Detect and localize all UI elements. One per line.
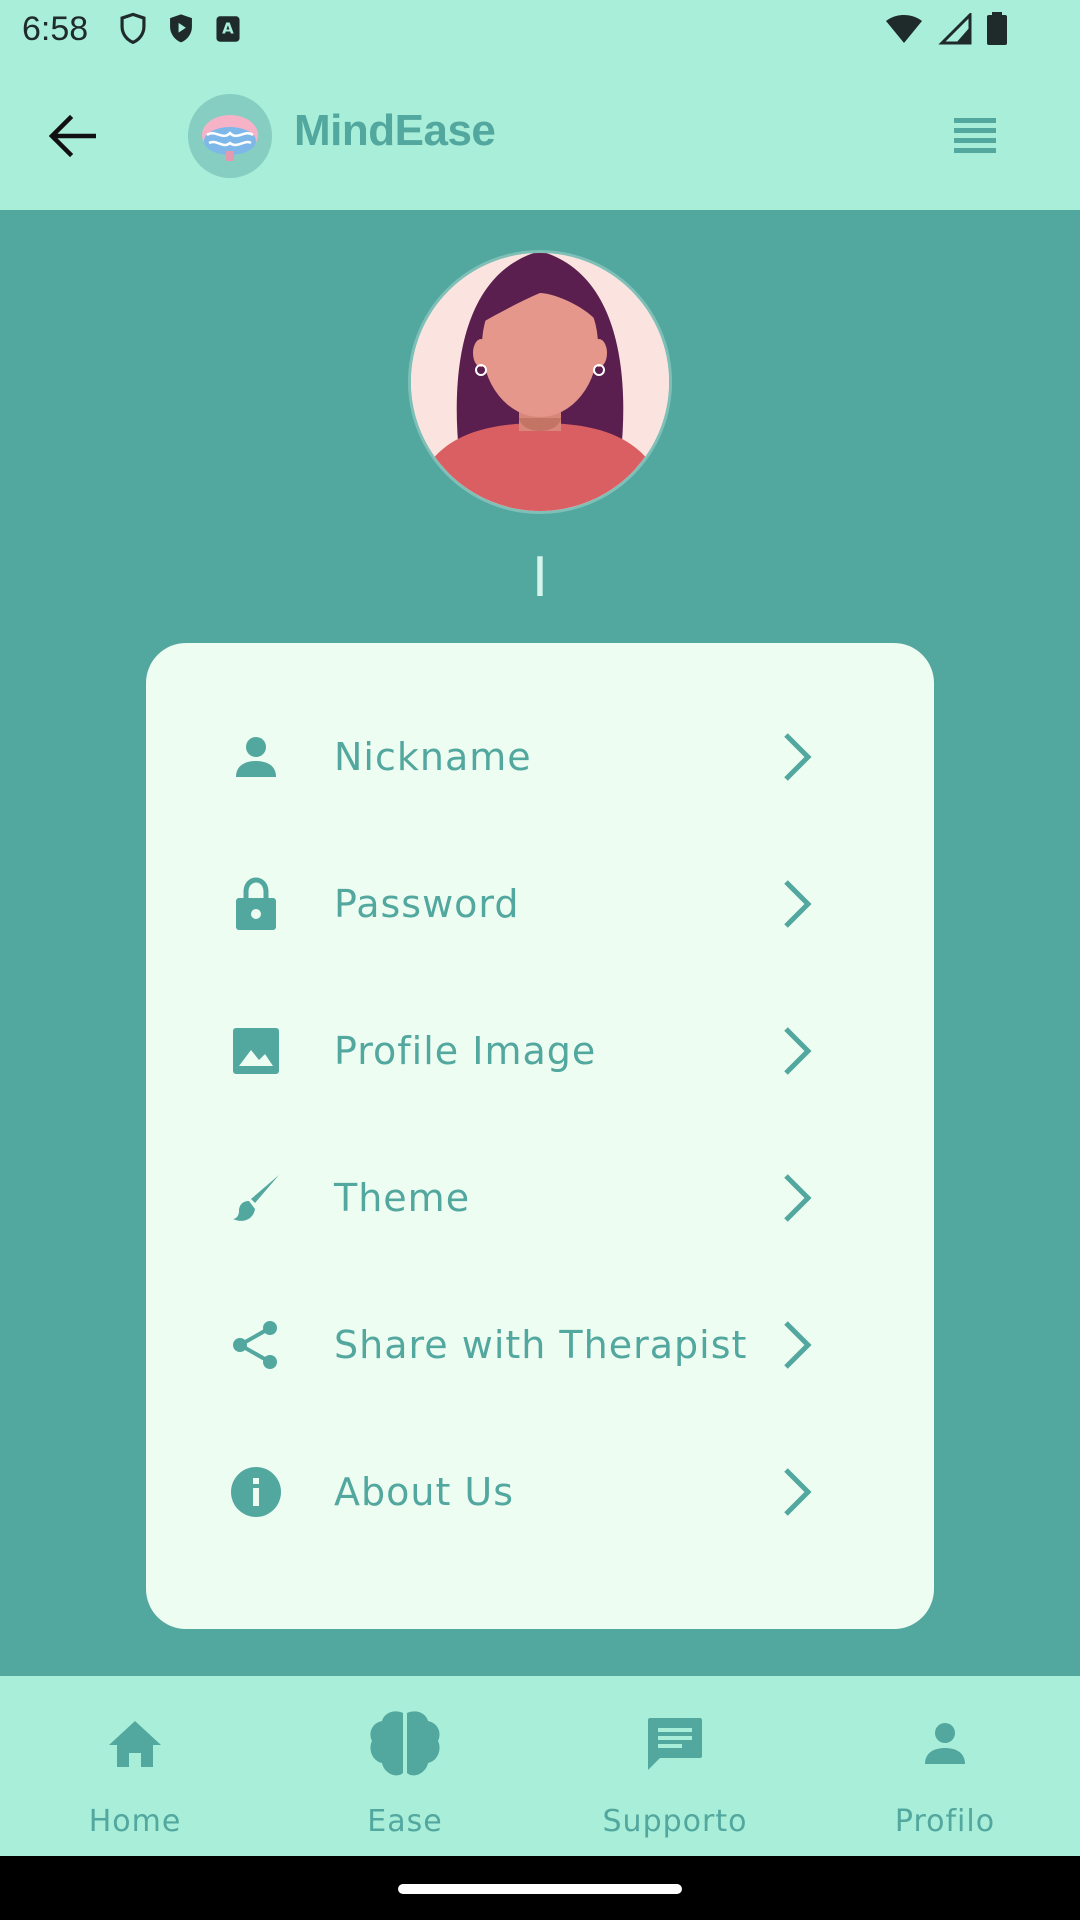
brush-icon xyxy=(230,1172,282,1224)
menu-item-share-with-therapist[interactable]: Share with Therapist xyxy=(146,1271,934,1418)
profile-avatar[interactable] xyxy=(408,250,672,514)
wifi-icon xyxy=(886,15,922,43)
brain-icon xyxy=(365,1708,445,1780)
menu-item-label: About Us xyxy=(334,1469,515,1514)
shield-outline-icon xyxy=(120,12,146,45)
menu-item-nickname[interactable]: Nickname xyxy=(146,683,934,830)
home-icon xyxy=(95,1708,175,1780)
chevron-right-icon xyxy=(778,876,818,932)
system-gesture-bar xyxy=(0,1856,1080,1920)
menu-item-label: Password xyxy=(334,881,520,926)
person-icon xyxy=(230,731,282,783)
status-icons-right xyxy=(884,12,1008,46)
info-icon xyxy=(230,1466,282,1518)
app-header: MindEase xyxy=(0,64,1080,210)
nav-item-home[interactable]: Home xyxy=(0,1676,270,1856)
nav-label: Ease xyxy=(367,1804,443,1839)
menu-item-label: Profile Image xyxy=(334,1028,597,1073)
nav-item-profilo[interactable]: Profilo xyxy=(810,1676,1080,1856)
shield-play-icon xyxy=(170,14,192,43)
chat-icon xyxy=(635,1708,715,1780)
menu-item-password[interactable]: Password xyxy=(146,830,934,977)
chevron-right-icon xyxy=(778,1023,818,1079)
app-logo xyxy=(188,94,272,178)
status-time: 6:58 xyxy=(22,10,89,48)
person-icon xyxy=(905,1708,985,1780)
status-icons-left: A xyxy=(118,12,242,46)
home-gesture-handle[interactable] xyxy=(398,1884,682,1894)
text-a-icon: A xyxy=(216,16,240,42)
lock-icon xyxy=(230,876,282,930)
chevron-right-icon xyxy=(778,1464,818,1520)
svg-text:A: A xyxy=(222,20,234,38)
signal-icon xyxy=(938,13,972,45)
share-icon xyxy=(230,1319,282,1371)
arrow-left-icon xyxy=(48,114,96,158)
chevron-right-icon xyxy=(778,1317,818,1373)
profile-username: I xyxy=(532,546,548,609)
app-title: MindEase xyxy=(294,106,496,155)
menu-button[interactable] xyxy=(950,112,1000,162)
nav-label: Profilo xyxy=(894,1804,996,1839)
list-icon xyxy=(954,118,996,153)
status-bar: 6:58 A xyxy=(0,0,1080,64)
menu-item-label: Share with Therapist xyxy=(334,1322,748,1367)
menu-item-about-us[interactable]: About Us xyxy=(146,1418,934,1565)
chevron-right-icon xyxy=(778,1170,818,1226)
menu-item-profile-image[interactable]: Profile Image xyxy=(146,977,934,1124)
menu-item-label: Theme xyxy=(334,1175,471,1220)
battery-icon xyxy=(987,12,1007,45)
menu-item-label: Nickname xyxy=(334,734,532,779)
back-button[interactable] xyxy=(44,108,100,164)
nav-item-ease[interactable]: Ease xyxy=(270,1676,540,1856)
menu-item-theme[interactable]: Theme xyxy=(146,1124,934,1271)
nav-label: Home xyxy=(88,1804,182,1839)
nav-item-supporto[interactable]: Supporto xyxy=(540,1676,810,1856)
brain-logo-icon xyxy=(202,115,258,161)
chevron-right-icon xyxy=(778,729,818,785)
bottom-navigation: Home Ease Supporto Profilo xyxy=(0,1676,1080,1856)
nav-label: Supporto xyxy=(602,1804,748,1839)
image-icon xyxy=(230,1025,282,1077)
woman-avatar-icon xyxy=(411,253,669,511)
profile-settings-card: Nickname Password Profile Image Theme Sh… xyxy=(146,643,934,1629)
